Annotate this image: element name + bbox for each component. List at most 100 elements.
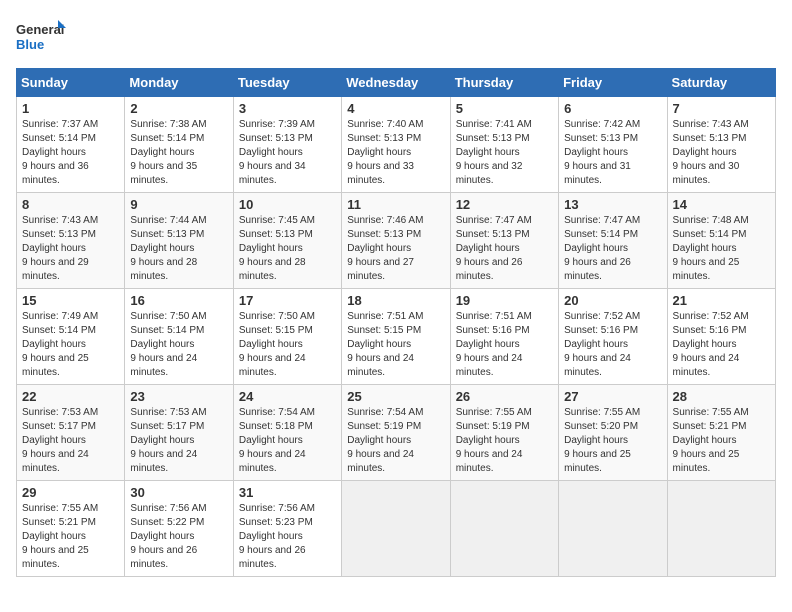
day-info: Sunrise: 7:41 AM Sunset: 5:13 PM Dayligh…	[456, 118, 553, 188]
sunset-label: Sunset: 5:16 PM	[673, 325, 747, 336]
calendar-cell: 3 Sunrise: 7:39 AM Sunset: 5:13 PM Dayli…	[233, 97, 341, 193]
calendar-cell: 5 Sunrise: 7:41 AM Sunset: 5:13 PM Dayli…	[450, 97, 558, 193]
sunset-label: Sunset: 5:17 PM	[22, 421, 96, 432]
sunrise-label: Sunrise: 7:54 AM	[239, 407, 315, 418]
daylight-value: 9 hours and 31 minutes.	[564, 161, 631, 186]
calendar-cell: 4 Sunrise: 7:40 AM Sunset: 5:13 PM Dayli…	[342, 97, 450, 193]
sunrise-label: Sunrise: 7:46 AM	[347, 215, 423, 226]
daylight-value: 9 hours and 24 minutes.	[239, 353, 306, 378]
svg-text:General: General	[16, 22, 64, 37]
day-number: 2	[130, 101, 227, 116]
sunset-label: Sunset: 5:23 PM	[239, 517, 313, 528]
daylight-value: 9 hours and 26 minutes.	[130, 545, 197, 570]
day-info: Sunrise: 7:39 AM Sunset: 5:13 PM Dayligh…	[239, 118, 336, 188]
sunrise-label: Sunrise: 7:44 AM	[130, 215, 206, 226]
day-number: 8	[22, 197, 119, 212]
day-info: Sunrise: 7:47 AM Sunset: 5:14 PM Dayligh…	[564, 214, 661, 284]
calendar-cell: 22 Sunrise: 7:53 AM Sunset: 5:17 PM Dayl…	[17, 385, 125, 481]
calendar-cell: 29 Sunrise: 7:55 AM Sunset: 5:21 PM Dayl…	[17, 481, 125, 577]
calendar-cell: 7 Sunrise: 7:43 AM Sunset: 5:13 PM Dayli…	[667, 97, 775, 193]
daylight-label: Daylight hours	[239, 147, 303, 158]
sunset-label: Sunset: 5:13 PM	[347, 133, 421, 144]
day-info: Sunrise: 7:45 AM Sunset: 5:13 PM Dayligh…	[239, 214, 336, 284]
daylight-label: Daylight hours	[347, 435, 411, 446]
day-info: Sunrise: 7:49 AM Sunset: 5:14 PM Dayligh…	[22, 310, 119, 380]
daylight-label: Daylight hours	[673, 339, 737, 350]
day-info: Sunrise: 7:48 AM Sunset: 5:14 PM Dayligh…	[673, 214, 770, 284]
day-info: Sunrise: 7:37 AM Sunset: 5:14 PM Dayligh…	[22, 118, 119, 188]
daylight-value: 9 hours and 32 minutes.	[456, 161, 523, 186]
daylight-label: Daylight hours	[130, 243, 194, 254]
sunset-label: Sunset: 5:14 PM	[22, 133, 96, 144]
sunset-label: Sunset: 5:17 PM	[130, 421, 204, 432]
day-info: Sunrise: 7:38 AM Sunset: 5:14 PM Dayligh…	[130, 118, 227, 188]
calendar-cell: 15 Sunrise: 7:49 AM Sunset: 5:14 PM Dayl…	[17, 289, 125, 385]
day-number: 13	[564, 197, 661, 212]
daylight-label: Daylight hours	[456, 147, 520, 158]
sunrise-label: Sunrise: 7:56 AM	[239, 503, 315, 514]
daylight-label: Daylight hours	[130, 435, 194, 446]
calendar-table: SundayMondayTuesdayWednesdayThursdayFrid…	[16, 68, 776, 577]
calendar-cell	[667, 481, 775, 577]
sunrise-label: Sunrise: 7:55 AM	[673, 407, 749, 418]
sunrise-label: Sunrise: 7:52 AM	[564, 311, 640, 322]
daylight-value: 9 hours and 24 minutes.	[564, 353, 631, 378]
daylight-value: 9 hours and 25 minutes.	[22, 353, 89, 378]
sunrise-label: Sunrise: 7:51 AM	[347, 311, 423, 322]
day-info: Sunrise: 7:50 AM Sunset: 5:14 PM Dayligh…	[130, 310, 227, 380]
svg-text:Blue: Blue	[16, 37, 44, 52]
calendar-cell: 20 Sunrise: 7:52 AM Sunset: 5:16 PM Dayl…	[559, 289, 667, 385]
sunrise-label: Sunrise: 7:40 AM	[347, 119, 423, 130]
daylight-label: Daylight hours	[239, 531, 303, 542]
sunrise-label: Sunrise: 7:45 AM	[239, 215, 315, 226]
daylight-value: 9 hours and 36 minutes.	[22, 161, 89, 186]
sunrise-label: Sunrise: 7:52 AM	[673, 311, 749, 322]
sunrise-label: Sunrise: 7:54 AM	[347, 407, 423, 418]
day-number: 25	[347, 389, 444, 404]
day-info: Sunrise: 7:51 AM Sunset: 5:15 PM Dayligh…	[347, 310, 444, 380]
sunset-label: Sunset: 5:13 PM	[239, 133, 313, 144]
daylight-value: 9 hours and 24 minutes.	[239, 449, 306, 474]
sunset-label: Sunset: 5:13 PM	[564, 133, 638, 144]
sunrise-label: Sunrise: 7:55 AM	[564, 407, 640, 418]
calendar-cell: 16 Sunrise: 7:50 AM Sunset: 5:14 PM Dayl…	[125, 289, 233, 385]
day-number: 31	[239, 485, 336, 500]
weekday-header: Monday	[125, 69, 233, 97]
day-info: Sunrise: 7:52 AM Sunset: 5:16 PM Dayligh…	[564, 310, 661, 380]
day-number: 4	[347, 101, 444, 116]
daylight-value: 9 hours and 24 minutes.	[456, 449, 523, 474]
day-number: 6	[564, 101, 661, 116]
daylight-label: Daylight hours	[239, 435, 303, 446]
day-number: 18	[347, 293, 444, 308]
daylight-value: 9 hours and 24 minutes.	[22, 449, 89, 474]
day-info: Sunrise: 7:43 AM Sunset: 5:13 PM Dayligh…	[673, 118, 770, 188]
daylight-label: Daylight hours	[22, 435, 86, 446]
sunrise-label: Sunrise: 7:53 AM	[130, 407, 206, 418]
day-number: 1	[22, 101, 119, 116]
day-number: 27	[564, 389, 661, 404]
weekday-header: Friday	[559, 69, 667, 97]
daylight-label: Daylight hours	[673, 243, 737, 254]
sunset-label: Sunset: 5:13 PM	[22, 229, 96, 240]
calendar-cell: 6 Sunrise: 7:42 AM Sunset: 5:13 PM Dayli…	[559, 97, 667, 193]
day-number: 22	[22, 389, 119, 404]
weekday-header: Saturday	[667, 69, 775, 97]
day-number: 9	[130, 197, 227, 212]
daylight-value: 9 hours and 25 minutes.	[22, 545, 89, 570]
day-number: 7	[673, 101, 770, 116]
sunset-label: Sunset: 5:16 PM	[456, 325, 530, 336]
daylight-label: Daylight hours	[564, 435, 628, 446]
day-info: Sunrise: 7:54 AM Sunset: 5:19 PM Dayligh…	[347, 406, 444, 476]
sunrise-label: Sunrise: 7:50 AM	[239, 311, 315, 322]
weekday-header: Wednesday	[342, 69, 450, 97]
sunset-label: Sunset: 5:14 PM	[564, 229, 638, 240]
sunrise-label: Sunrise: 7:53 AM	[22, 407, 98, 418]
daylight-value: 9 hours and 35 minutes.	[130, 161, 197, 186]
sunrise-label: Sunrise: 7:47 AM	[456, 215, 532, 226]
sunset-label: Sunset: 5:13 PM	[673, 133, 747, 144]
daylight-label: Daylight hours	[673, 147, 737, 158]
day-number: 26	[456, 389, 553, 404]
daylight-label: Daylight hours	[22, 147, 86, 158]
daylight-label: Daylight hours	[456, 243, 520, 254]
daylight-label: Daylight hours	[347, 147, 411, 158]
